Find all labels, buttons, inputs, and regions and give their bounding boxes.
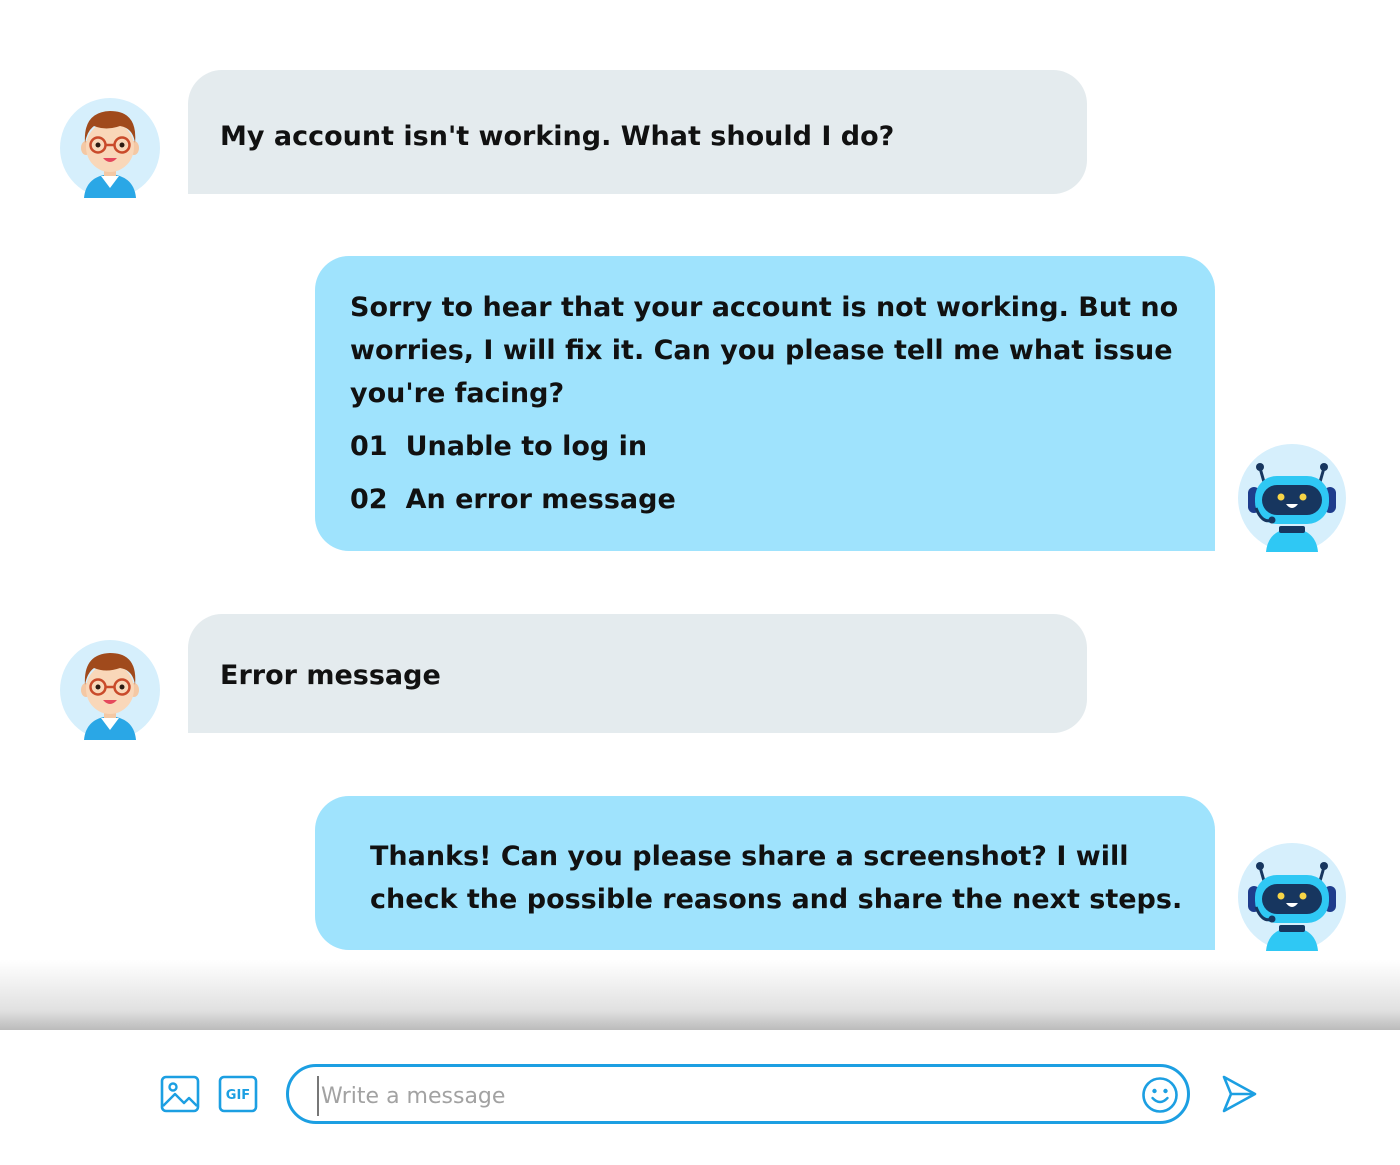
bot-avatar [1238,843,1346,951]
message-text: Error message [220,660,441,691]
message-input-wrapper [286,1064,1190,1124]
bot-message-bubble: Sorry to hear that your account is not w… [315,256,1215,551]
image-icon[interactable] [160,1075,200,1113]
emoji-icon[interactable] [1141,1076,1179,1114]
message-text: Sorry to hear that your account is not w… [350,292,1179,409]
send-icon[interactable] [1220,1074,1258,1114]
user-message-bubble: Error message [188,614,1087,733]
message-input[interactable] [317,1076,1123,1116]
composer-shadow [0,960,1400,1032]
chat-area: My account isn't working. What should I … [0,0,1400,1032]
gif-label: GIF [226,1088,250,1103]
bot-message-bubble: Thanks! Can you please share a screensho… [315,796,1215,950]
user-avatar [60,98,160,198]
option-label: Unable to log in [405,431,648,462]
message-text: Thanks! Can you please share a screensho… [370,841,1183,915]
option-number: 01 [350,431,388,462]
message-composer: GIF [0,1030,1400,1165]
gif-icon[interactable]: GIF [218,1075,258,1113]
option-number: 02 [350,484,388,515]
bot-avatar [1238,444,1346,552]
option-label: An error message [405,484,676,515]
message-text: My account isn't working. What should I … [220,121,895,152]
option-item[interactable]: 01 Unable to log in [350,425,1195,468]
user-message-bubble: My account isn't working. What should I … [188,70,1087,194]
user-avatar [60,640,160,740]
option-item[interactable]: 02 An error message [350,478,1195,521]
